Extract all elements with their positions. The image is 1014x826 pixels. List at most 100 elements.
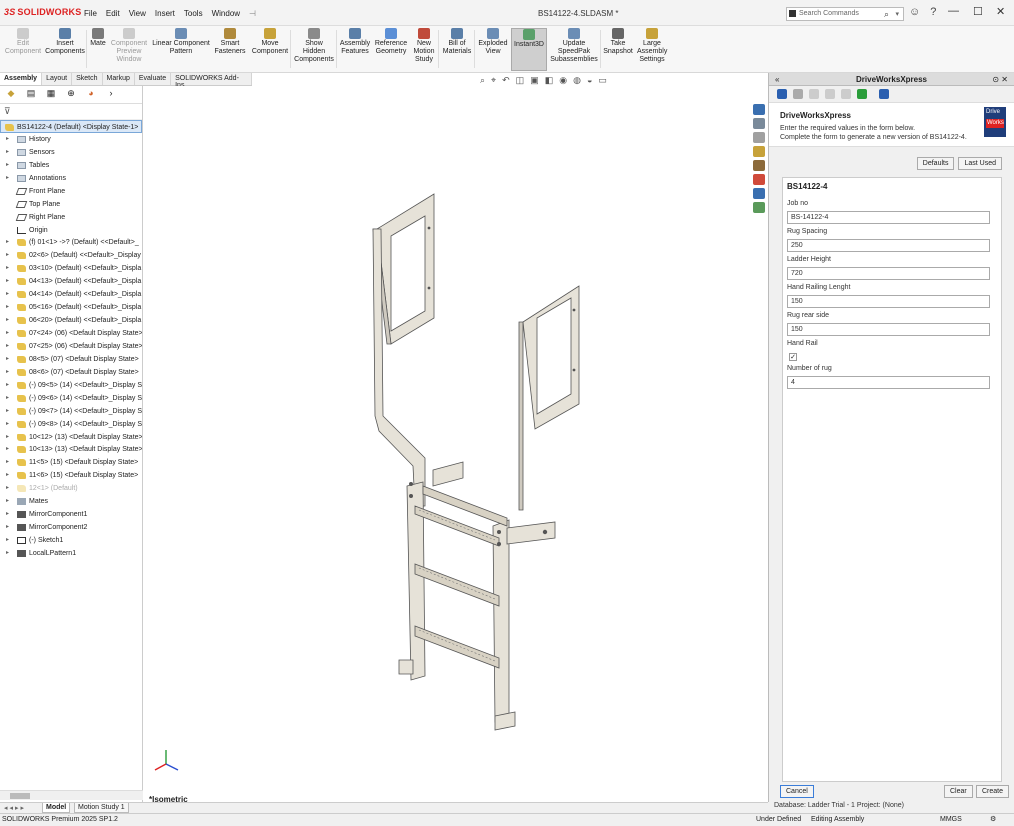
expand-arrow-icon[interactable]: ▸ — [6, 262, 9, 275]
tree-item[interactable]: ▸ MirrorComponent2 — [0, 521, 142, 534]
driveworks-icon[interactable] — [753, 202, 765, 213]
zoom-area-icon[interactable]: ⌖ — [491, 75, 496, 86]
ribbon-reference-geometry-button[interactable]: Reference Geometry — [373, 28, 409, 56]
expand-arrow-icon[interactable]: ▸ — [6, 314, 9, 327]
more-tabs-icon[interactable]: › — [104, 88, 118, 101]
tool-icon-3[interactable] — [809, 89, 819, 99]
ribbon-smart-fasteners-button[interactable]: Smart Fasteners — [213, 28, 247, 56]
expand-arrow-icon[interactable]: ▸ — [6, 534, 9, 547]
tab-sketch[interactable]: Sketch — [72, 73, 103, 85]
ribbon-linearcomponent-pattern-button[interactable]: Linear Component Pattern — [150, 28, 212, 56]
form-input-job-no[interactable]: BS-14122-4 — [787, 211, 990, 224]
tree-item[interactable]: ▸ 10<12> (13) <Default Display State> — [0, 431, 142, 444]
tab-navigation-icon[interactable]: ◂◂▸▸ — [4, 804, 26, 812]
left-foot[interactable] — [398, 659, 414, 675]
rung-2[interactable] — [414, 563, 500, 607]
tree-item[interactable]: ▸ 11<6> (15) <Default Display State> — [0, 469, 142, 482]
form-input-hand-railing-lenght[interactable]: 150 — [787, 295, 990, 308]
expand-arrow-icon[interactable]: ▸ — [6, 469, 9, 482]
form-input-number-of-rug[interactable]: 4 — [787, 376, 990, 389]
ribbon-billof-materials-button[interactable]: Bill of Materials — [440, 28, 474, 56]
ribbon-exploded-view-button[interactable]: Exploded View — [476, 28, 510, 56]
tree-item[interactable]: ▸ 12<1> (Default) — [0, 482, 142, 495]
tree-item[interactable]: ▸ Mates — [0, 495, 142, 508]
tree-item[interactable]: ▸ 08<6> (07) <Default Display State> — [0, 366, 142, 379]
ribbon-instant3d-button[interactable]: Instant3D — [511, 28, 547, 71]
expand-arrow-icon[interactable]: ▸ — [6, 301, 9, 314]
view-orientation-icon[interactable]: ▣ — [530, 75, 539, 86]
expand-arrow-icon[interactable]: ▸ — [6, 456, 9, 469]
tree-item[interactable]: ▸ 04<13> (Default) <<Default>_Displa — [0, 275, 142, 288]
expand-arrow-icon[interactable]: ▸ — [6, 521, 9, 534]
tree-item[interactable]: ▸ Tables — [0, 159, 142, 172]
status-options-icon[interactable]: ⚙ — [990, 814, 996, 826]
tool-icon-4[interactable] — [825, 89, 835, 99]
expand-arrow-icon[interactable]: ▸ — [6, 482, 9, 495]
close-form-icon[interactable] — [879, 89, 889, 99]
ribbon-take-snapshot-button[interactable]: Take Snapshot — [602, 28, 634, 56]
expand-arrow-icon[interactable]: ▸ — [6, 288, 9, 301]
search-icon[interactable]: ⌕ — [884, 9, 889, 20]
tree-item[interactable]: ▸ (-) 09<5> (14) <<Default>_Display S — [0, 379, 142, 392]
expand-arrow-icon[interactable]: ▸ — [6, 392, 9, 405]
tree-item[interactable]: ▸ 08<5> (07) <Default Display State> — [0, 353, 142, 366]
menu-insert[interactable]: Insert — [155, 9, 175, 18]
tab-solidworks-add-ins[interactable]: SOLIDWORKS Add-Ins — [171, 73, 252, 89]
collapse-panel-icon[interactable]: « — [775, 73, 779, 86]
ribbon-new-motion-study-button[interactable]: New Motion Study — [410, 28, 438, 64]
expand-arrow-icon[interactable]: ▸ — [6, 340, 9, 353]
expand-arrow-icon[interactable]: ▸ — [6, 379, 9, 392]
ribbon-component-preview-window-button[interactable]: Component Preview Window — [110, 28, 148, 64]
configuration-tab-icon[interactable]: ▦ — [44, 88, 58, 101]
expand-arrow-icon[interactable]: ▸ — [6, 353, 9, 366]
hide-show-icon[interactable]: ◉ — [559, 75, 567, 86]
tree-item[interactable]: ▸ Sensors — [0, 146, 142, 159]
expand-arrow-icon[interactable]: ▸ — [6, 547, 9, 560]
form-input-rug-spacing[interactable]: 250 — [787, 239, 990, 252]
create-button[interactable]: Create — [976, 785, 1010, 798]
ribbon-edit-component-button[interactable]: Edit Component — [2, 28, 44, 56]
tree-item[interactable]: ▸ LocalLPattern1 — [0, 547, 142, 560]
hand-rail-checkbox[interactable]: ✓ — [789, 353, 797, 361]
tree-item[interactable]: ▸ 07<24> (06) <Default Display State> — [0, 327, 142, 340]
chevron-down-icon[interactable]: ▾ — [895, 10, 899, 18]
ribbon-show-hidden-components-button[interactable]: Show Hidden Components — [292, 28, 336, 64]
top-bracket-right[interactable] — [506, 521, 556, 545]
expand-arrow-icon[interactable]: ▸ — [6, 275, 9, 288]
menu-tools[interactable]: Tools — [184, 9, 203, 18]
tab-markup[interactable]: Markup — [103, 73, 135, 85]
file-explorer-icon[interactable] — [753, 146, 765, 157]
scrollbar-thumb[interactable] — [10, 793, 30, 799]
last-used-button[interactable]: Last Used — [958, 157, 1002, 170]
design-library-icon[interactable] — [753, 132, 765, 143]
expand-arrow-icon[interactable]: ▸ — [6, 366, 9, 379]
menu-file[interactable]: File — [84, 9, 97, 18]
menu-view[interactable]: View — [129, 9, 146, 18]
info-icon[interactable] — [777, 89, 787, 99]
ribbon-large-assembly-settings-button[interactable]: Large Assembly Settings — [637, 28, 667, 64]
tree-horizontal-scrollbar[interactable] — [0, 790, 143, 800]
tree-item[interactable]: ▸ 04<14> (Default) <<Default>_Displa — [0, 288, 142, 301]
tree-root-assembly[interactable]: BS14122-4 (Default) <Display State-1> — [0, 120, 142, 133]
tree-item[interactable]: ▸ 03<10> (Default) <<Default>_Displa — [0, 262, 142, 275]
filter-icon[interactable]: ⊽ — [0, 104, 142, 120]
close-button[interactable]: ✕ — [996, 5, 1005, 18]
expand-arrow-icon[interactable]: ▸ — [6, 495, 9, 508]
expand-arrow-icon[interactable]: ▸ — [6, 146, 9, 159]
tree-item[interactable]: Top Plane — [0, 198, 142, 211]
appearances-icon[interactable] — [753, 174, 765, 185]
tree-item[interactable]: Right Plane — [0, 211, 142, 224]
expand-arrow-icon[interactable]: ▸ — [6, 159, 9, 172]
minimize-button[interactable]: — — [948, 5, 959, 17]
expand-arrow-icon[interactable]: ▸ — [6, 133, 9, 146]
custom-properties-icon[interactable] — [753, 188, 765, 199]
cancel-button[interactable]: Cancel — [780, 785, 814, 798]
tool-icon-5[interactable] — [841, 89, 851, 99]
clear-button[interactable]: Clear — [944, 785, 973, 798]
appearance-icon[interactable]: ◍ — [573, 75, 581, 86]
tree-item[interactable]: ▸ 10<13> (13) <Default Display State> — [0, 443, 142, 456]
expand-arrow-icon[interactable]: ▸ — [6, 443, 9, 456]
user-icon[interactable]: ☺ — [909, 6, 920, 18]
ladder-assembly-model[interactable] — [143, 86, 768, 802]
app-logo[interactable]: 3S SOLIDWORKS — [4, 7, 81, 17]
